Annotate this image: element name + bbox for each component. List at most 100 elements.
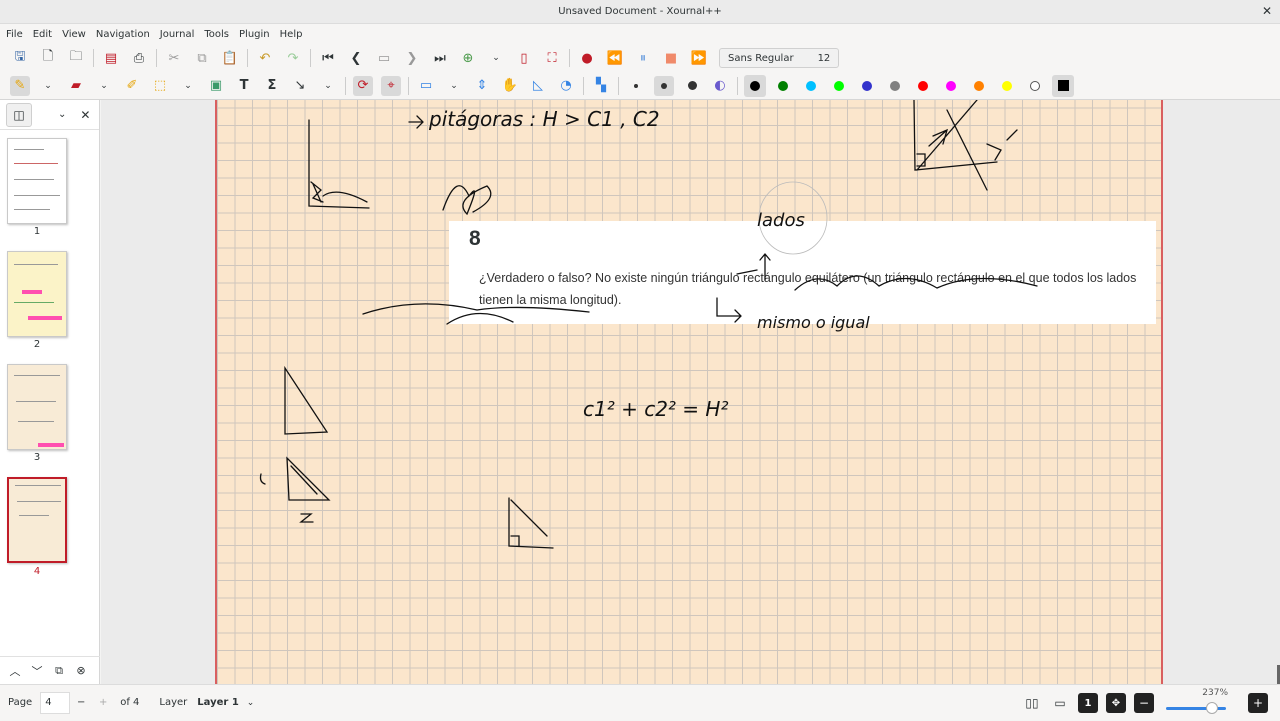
page-number-label: 2 [33, 339, 41, 350]
stop-icon[interactable]: ■ [661, 48, 681, 68]
page-number-label: 3 [33, 452, 41, 463]
zoom-in-icon[interactable]: + [1248, 693, 1268, 713]
color-swatch-orange[interactable] [968, 75, 990, 97]
menu-view[interactable]: View [62, 29, 86, 40]
menu-help[interactable]: Help [280, 29, 303, 40]
previous-page-icon[interactable]: ❮ [346, 48, 366, 68]
layer-select[interactable]: Layer 1 [197, 697, 238, 708]
fill-icon[interactable]: ▚ [591, 76, 611, 96]
ruler-icon[interactable]: ⌖ [381, 75, 401, 96]
color-swatch-white[interactable] [1024, 75, 1046, 97]
next-page-icon[interactable]: ❯ [402, 48, 422, 68]
close-sidebar-icon[interactable]: ✕ [80, 108, 90, 122]
dual-page-icon[interactable]: ▯▯ [1022, 693, 1042, 713]
record-icon[interactable]: ● [577, 48, 597, 68]
move-page-up-icon[interactable]: ︿ [4, 663, 26, 679]
presentation-mode-icon[interactable]: ▭ [1050, 693, 1070, 713]
goto-page-icon[interactable]: ▭ [374, 48, 394, 68]
move-page-down-icon[interactable]: ﹀ [26, 663, 48, 679]
copy-page-icon[interactable]: ⧉ [48, 664, 70, 678]
color-swatch-green[interactable] [772, 75, 794, 97]
save-icon[interactable]: 🖫 [10, 48, 30, 68]
first-page-icon[interactable]: ⏮ [318, 48, 338, 68]
menu-journal[interactable]: Journal [160, 29, 195, 40]
color-swatch-red[interactable] [912, 75, 934, 97]
last-page-icon[interactable]: ⏭ [430, 48, 450, 68]
chevron-down-icon[interactable]: ⌄ [318, 76, 338, 96]
color-swatch-black[interactable] [744, 74, 766, 97]
zoom-slider[interactable]: 237% [1166, 685, 1236, 721]
page-increment-button[interactable]: + [92, 697, 114, 708]
thickness-medium-icon[interactable] [654, 75, 674, 96]
setsquare-icon[interactable]: ◺ [528, 76, 548, 96]
color-swatch-blue[interactable] [856, 75, 878, 97]
cut-icon[interactable]: ✂ [164, 48, 184, 68]
color-swatch-lightblue[interactable] [800, 75, 822, 97]
custom-color-button[interactable] [1052, 74, 1074, 97]
vertical-space-icon[interactable]: ⇕ [472, 76, 492, 96]
rectangle-icon[interactable]: ▭ [416, 76, 436, 96]
redo-icon[interactable]: ↷ [283, 48, 303, 68]
color-swatch-magenta[interactable] [940, 75, 962, 97]
image-icon[interactable]: ▣ [206, 76, 226, 96]
rewind-icon[interactable]: ⏪ [605, 48, 625, 68]
zoom-out-icon[interactable]: − [1134, 693, 1154, 713]
delete-page-icon[interactable]: ⊗ [70, 664, 92, 677]
arrow-tool-icon[interactable]: ↘ [290, 76, 310, 96]
hand-icon[interactable]: ✋ [500, 76, 520, 96]
eraser-icon[interactable]: ▰ [66, 76, 86, 96]
page-thumbnail-2[interactable] [7, 251, 67, 337]
fill-opacity-icon[interactable]: ◐ [710, 76, 730, 96]
chevron-down-icon[interactable]: ⌄ [486, 48, 506, 68]
shape-recognizer-icon[interactable]: ⟳ [353, 75, 373, 96]
select-icon[interactable]: ⬚ [150, 76, 170, 96]
zoom-100-icon[interactable]: 1 [1078, 693, 1098, 713]
copy-icon[interactable]: ⧉ [192, 48, 212, 68]
compass-icon[interactable]: ◔ [556, 76, 576, 96]
open-folder-icon[interactable]: 🗀 [66, 48, 86, 68]
insert-page-icon[interactable]: ⊕ [458, 48, 478, 68]
color-swatch-yellow[interactable] [996, 75, 1018, 97]
color-swatch-gray[interactable] [884, 75, 906, 97]
page-decrement-button[interactable]: − [70, 697, 92, 708]
chevron-down-icon[interactable]: ⌄ [247, 698, 255, 708]
menu-tools[interactable]: Tools [204, 29, 229, 40]
zoom-fit-icon[interactable]: ✥ [1106, 693, 1126, 713]
chevron-down-icon[interactable]: ⌄ [58, 109, 66, 120]
undo-icon[interactable]: ↶ [255, 48, 275, 68]
delete-page-icon[interactable]: ▯ [514, 48, 534, 68]
thickness-fine-icon[interactable] [626, 76, 646, 96]
page-thumbnail-3[interactable] [7, 364, 67, 450]
chevron-down-icon[interactable]: ⌄ [38, 76, 58, 96]
fullscreen-icon[interactable]: ⛶ [542, 48, 562, 68]
document-canvas[interactable]: 8 ¿Verdadero o falso? No existe ningún t… [101, 100, 1280, 684]
thickness-thick-icon[interactable] [682, 76, 702, 96]
zoom-knob[interactable] [1206, 702, 1218, 714]
menu-file[interactable]: File [6, 29, 23, 40]
page-number-input[interactable]: 4 [40, 691, 71, 714]
print-icon[interactable]: ⎙ [129, 48, 149, 68]
page-thumbnail-1[interactable] [7, 138, 67, 224]
fast-forward-icon[interactable]: ⏩ [689, 48, 709, 68]
menu-navigation[interactable]: Navigation [96, 29, 150, 40]
highlighter-icon[interactable]: ✐ [122, 76, 142, 96]
latex-icon[interactable]: Σ [262, 76, 282, 96]
pause-icon[interactable]: ⏸ [633, 48, 653, 68]
color-swatch-lightgreen[interactable] [828, 75, 850, 97]
chevron-down-icon[interactable]: ⌄ [178, 76, 198, 96]
tools-toolbar: ✎ ⌄ ▰ ⌄ ✐ ⬚ ⌄ ▣ T Σ ↘ ⌄ ⟳ ⌖ ▭ ⌄ ⇕ ✋ ◺ ◔ … [0, 72, 1280, 100]
paste-icon[interactable]: 📋 [220, 48, 240, 68]
chevron-down-icon[interactable]: ⌄ [444, 76, 464, 96]
font-selector[interactable]: Sans Regular 12 [719, 48, 840, 68]
menu-edit[interactable]: Edit [33, 29, 52, 40]
close-window-icon[interactable]: ✕ [1262, 4, 1272, 18]
new-document-icon[interactable]: 🗋 [38, 48, 58, 68]
chevron-down-icon[interactable]: ⌄ [94, 76, 114, 96]
page-thumbnail-4[interactable] [7, 477, 67, 563]
pen-icon[interactable]: ✎ [10, 75, 30, 96]
text-icon[interactable]: T [234, 76, 254, 96]
sidebar-layout-icon[interactable]: ◫ [6, 102, 32, 127]
menu-plugin[interactable]: Plugin [239, 29, 270, 40]
document-page[interactable]: 8 ¿Verdadero o falso? No existe ningún t… [215, 100, 1163, 684]
export-pdf-icon[interactable]: ▤ [101, 48, 121, 68]
